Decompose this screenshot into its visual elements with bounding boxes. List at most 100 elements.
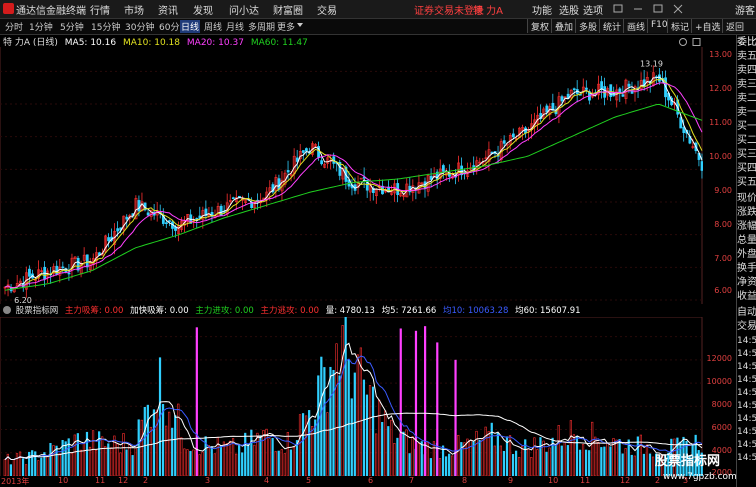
mark-button[interactable]: 标记 <box>667 19 693 33</box>
tick-time: 14:5 <box>737 440 756 450</box>
tab-1min[interactable]: 1分钟 <box>28 20 54 33</box>
back-button[interactable]: 返回 <box>722 19 756 33</box>
volume-bar <box>152 409 156 476</box>
menu-caifuquan[interactable]: 财富圈 <box>273 2 303 17</box>
time-tick: 10 <box>58 476 69 485</box>
volume-bar <box>192 449 195 476</box>
tab-daily[interactable]: 日线 <box>180 20 201 33</box>
volume-bar <box>137 419 140 476</box>
volume-bar <box>484 426 487 476</box>
volume-bar <box>280 449 283 476</box>
menu-wenxiaoda[interactable]: 问小达 <box>229 2 259 17</box>
time-tick: 6 <box>368 476 374 485</box>
draw-line-button[interactable]: 画线 <box>623 19 649 33</box>
time-tick: 2013年 <box>1 477 30 486</box>
volume-bar <box>511 454 515 476</box>
price-tick: 7.00 <box>714 254 732 263</box>
volume-bar <box>621 453 624 476</box>
expand-icon <box>692 38 701 46</box>
tab-5min[interactable]: 5分钟 <box>59 20 85 33</box>
volume-bar <box>600 447 603 476</box>
volume-bar <box>256 432 259 476</box>
side-price: 现价 <box>737 193 756 204</box>
chart-control-icons[interactable] <box>678 37 702 47</box>
time-tick: 4 <box>264 476 270 485</box>
indicator-field: 主力进攻: 0.00 <box>195 306 254 316</box>
volume-bar <box>411 436 414 476</box>
menu-zixun[interactable]: 资讯 <box>158 2 178 17</box>
volume-bar <box>630 454 633 476</box>
tab-monthly[interactable]: 月线 <box>225 20 245 33</box>
volume-bar <box>247 443 250 476</box>
volume-bar <box>3 459 6 476</box>
volume-bar <box>557 425 560 476</box>
side-buy1: 买一 <box>737 121 756 132</box>
tab-30min[interactable]: 30分钟 <box>124 20 155 33</box>
menu-shichang[interactable]: 市场 <box>124 2 144 17</box>
candle-body <box>85 254 89 268</box>
volume-bar <box>76 433 79 476</box>
tab-multi-period[interactable]: 多周期 <box>247 20 276 33</box>
indicator-name[interactable]: 股票指标网 <box>16 306 59 316</box>
tab-fenshi[interactable]: 分时 <box>4 20 24 33</box>
volume-bar <box>365 394 369 476</box>
chevron-down-icon[interactable] <box>297 23 303 27</box>
time-tick: 2 <box>655 476 661 485</box>
menu-jiaoyi[interactable]: 交易 <box>317 2 337 17</box>
statistics-button[interactable]: 统计 <box>599 19 625 33</box>
volume-bar <box>445 456 448 476</box>
ma10-line <box>4 78 703 289</box>
candle-body <box>502 140 506 144</box>
guest-label[interactable]: 游客 <box>735 2 755 17</box>
fuquan-button[interactable]: 复权 <box>527 19 553 33</box>
tab-more[interactable]: 更多 <box>276 20 296 33</box>
side-buy4: 买四 <box>737 163 756 174</box>
volume-bar <box>518 457 521 476</box>
indicator-settings-icon[interactable] <box>3 306 11 314</box>
volume-bar <box>502 450 506 476</box>
volume-bar <box>469 440 472 476</box>
time-tick: 11 <box>580 476 591 485</box>
volume-bar <box>286 432 289 476</box>
menu-xuangu[interactable]: 选股 <box>559 2 579 17</box>
side-auto[interactable]: 自动 <box>737 307 756 319</box>
multi-stock-button[interactable]: 多股 <box>575 19 601 33</box>
tab-15min[interactable]: 15分钟 <box>90 20 121 33</box>
side-trade[interactable]: 交易 <box>737 321 756 333</box>
main-force-bar <box>399 328 402 476</box>
candlestick-chart[interactable]: 13.19 6.20 <box>0 47 703 304</box>
main-force-bar <box>195 327 198 476</box>
volume-bar <box>441 445 445 476</box>
volume-bar <box>466 438 469 476</box>
candle-body <box>572 88 576 91</box>
main-force-bar <box>414 330 418 476</box>
volume-bar <box>235 453 238 476</box>
tick-time: 14:5 <box>737 453 756 463</box>
volume-bar <box>228 440 232 476</box>
price-tick: 6.00 <box>714 286 732 295</box>
volume-bar <box>393 443 396 476</box>
volume-indicator-chart[interactable] <box>0 317 703 476</box>
menu-hangqing[interactable]: 行情 <box>90 2 110 17</box>
volume-bar <box>408 453 411 476</box>
add-watchlist-button[interactable]: +自选 <box>691 19 724 33</box>
menu-gongneng[interactable]: 功能 <box>532 2 552 17</box>
volume-bar <box>52 445 55 476</box>
volume-bar <box>527 448 530 476</box>
menu-faxian[interactable]: 发现 <box>193 2 213 17</box>
candle-body <box>61 266 65 269</box>
volume-bar <box>131 455 134 476</box>
volume-bar <box>21 458 25 476</box>
volume-bar <box>140 419 143 476</box>
volume-bar <box>381 421 384 476</box>
volume-bar <box>31 450 34 476</box>
volume-bar <box>180 437 183 476</box>
time-tick: 10 <box>548 476 559 485</box>
overlay-button[interactable]: 叠加 <box>551 19 577 33</box>
side-change: 涨跌 <box>737 207 756 218</box>
tab-weekly[interactable]: 周线 <box>203 20 223 33</box>
volume-bar <box>426 442 429 476</box>
tick-time: 14:5 <box>737 362 756 372</box>
volume-bar <box>146 404 149 476</box>
menu-xuanxiang[interactable]: 选项 <box>583 2 603 17</box>
